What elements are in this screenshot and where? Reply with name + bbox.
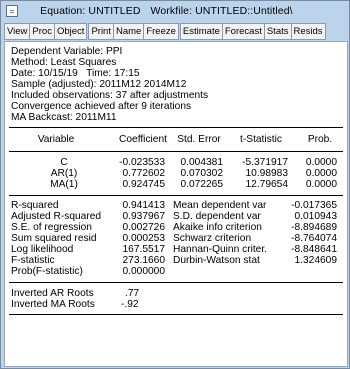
stat-label-right: Durbin-Watson stat xyxy=(173,255,260,266)
stat-value-right: 1.324609 xyxy=(294,255,338,266)
table-rule-top xyxy=(9,127,343,128)
name-button[interactable]: Name xyxy=(112,23,145,40)
stat-label: Log likelihood xyxy=(11,244,74,255)
coef-row-std-error: 0.070302 xyxy=(180,168,224,179)
coef-row-prob: 0.0000 xyxy=(305,157,337,168)
stat-label: R-squared xyxy=(11,200,59,211)
roots-value: -.92 xyxy=(121,299,139,310)
coef-row-coefficient: -0.023533 xyxy=(119,157,165,168)
view-button[interactable]: View xyxy=(4,23,31,40)
toolbar-group-print: Print Name Freeze xyxy=(88,23,179,40)
stat-label-right: S.D. dependent var xyxy=(173,211,261,222)
object-button[interactable]: Object xyxy=(53,23,88,40)
freeze-button[interactable]: Freeze xyxy=(143,23,179,40)
stat-label: S.E. of regression xyxy=(11,222,92,233)
workfile-label: Workfile: UNTITLED::Untitled\ xyxy=(150,5,293,17)
convergence-line: Convergence achieved after 9 iterations xyxy=(11,101,192,112)
column-header-t-statistic: t-Statistic xyxy=(240,134,282,145)
column-header-variable: Variable xyxy=(37,134,75,145)
table-rule-coef-bottom xyxy=(9,195,343,196)
dependent-variable-line: Dependent Variable: PPI xyxy=(11,46,123,57)
print-button[interactable]: Print xyxy=(88,23,114,40)
roots-value: .77 xyxy=(125,288,140,299)
toolbar: View Proc Object Print Name Freeze Estim… xyxy=(4,23,327,40)
stat-label: F-statistic xyxy=(11,255,55,266)
stat-label-right: Akaike info criterion xyxy=(173,222,262,233)
stat-value-right: -8.894689 xyxy=(291,222,337,233)
stat-value: 0.941413 xyxy=(122,200,166,211)
coef-row-coefficient: 0.772602 xyxy=(122,168,166,179)
coef-row-std-error: 0.072265 xyxy=(180,179,224,190)
stats-button[interactable]: Stats xyxy=(263,23,292,40)
stat-label: Adjusted R-squared xyxy=(11,211,102,222)
estimate-button[interactable]: Estimate xyxy=(179,23,223,40)
coef-row-variable: C xyxy=(60,157,68,168)
coef-row-t-statistic: -5.371917 xyxy=(242,157,288,168)
coef-row-variable: AR(1) xyxy=(50,168,78,179)
table-rule-stats-bottom xyxy=(9,282,343,283)
stat-value: 0.937967 xyxy=(122,211,166,222)
coef-row-variable: MA(1) xyxy=(50,179,78,190)
coef-row-coefficient: 0.924745 xyxy=(122,179,166,190)
stat-label: Prob(F-statistic) xyxy=(11,266,83,277)
coef-row-t-statistic: 10.98983 xyxy=(245,168,289,179)
column-header-std-error: Std. Error xyxy=(177,134,221,145)
coef-row-prob: 0.0000 xyxy=(305,168,337,179)
table-rule-roots-bottom xyxy=(9,314,343,315)
forecast-button[interactable]: Forecast xyxy=(221,23,265,40)
toolbar-group-estimate: Estimate Forecast Stats Resids xyxy=(179,23,326,40)
coef-row-prob: 0.0000 xyxy=(305,179,337,190)
sample-line: Sample (adjusted): 2011M12 2014M12 xyxy=(11,79,187,90)
stat-label-right: Mean dependent var xyxy=(173,200,267,211)
proc-button[interactable]: Proc xyxy=(29,23,55,40)
window-title: Equation: UNTITLED xyxy=(40,5,141,17)
roots-label: Inverted MA Roots xyxy=(11,299,95,310)
stat-value-right: -8.764074 xyxy=(291,233,337,244)
stat-value-right: -8.848641 xyxy=(291,244,337,255)
resids-button[interactable]: Resids xyxy=(290,23,326,40)
stat-label-right: Hannan-Quinn criter. xyxy=(173,244,267,255)
stat-value: 0.000000 xyxy=(122,266,166,277)
column-header-prob: Prob. xyxy=(307,134,333,145)
stat-value: 167.5517 xyxy=(122,244,166,255)
stat-value-right: 0.010943 xyxy=(294,211,338,222)
table-rule-header xyxy=(9,151,343,152)
stat-value: 0.002726 xyxy=(122,222,166,233)
stat-label-right: Schwarz criterion xyxy=(173,233,252,244)
coef-row-std-error: 0.004381 xyxy=(180,157,224,168)
observations-line: Included observations: 37 after adjustme… xyxy=(11,90,209,101)
title-bar[interactable]: = Equation: UNTITLED Workfile: UNTITLED::… xyxy=(2,2,348,20)
backcast-line: MA Backcast: 2011M11 xyxy=(11,112,117,123)
stat-label: Sum squared resid xyxy=(11,233,97,244)
coef-row-t-statistic: 12.79654 xyxy=(245,179,289,190)
stat-value: 0.000253 xyxy=(122,233,166,244)
equation-window: = Equation: UNTITLED Workfile: UNTITLED::… xyxy=(0,0,350,369)
stat-value: 273.1660 xyxy=(122,255,166,266)
date-time-line: Date: 10/15/19 Time: 17:15 xyxy=(11,68,140,79)
column-header-coefficient: Coefficient xyxy=(119,134,167,145)
method-line: Method: Least Squares xyxy=(11,57,117,68)
eviews-equation-icon: = xyxy=(6,5,18,17)
output-pane[interactable]: Dependent Variable: PPI Method: Least Sq… xyxy=(4,41,348,367)
toolbar-group-object: View Proc Object xyxy=(4,23,88,40)
svg-text:=: = xyxy=(9,7,14,17)
stat-value-right: -0.017365 xyxy=(291,200,337,211)
roots-label: Inverted AR Roots xyxy=(11,288,94,299)
